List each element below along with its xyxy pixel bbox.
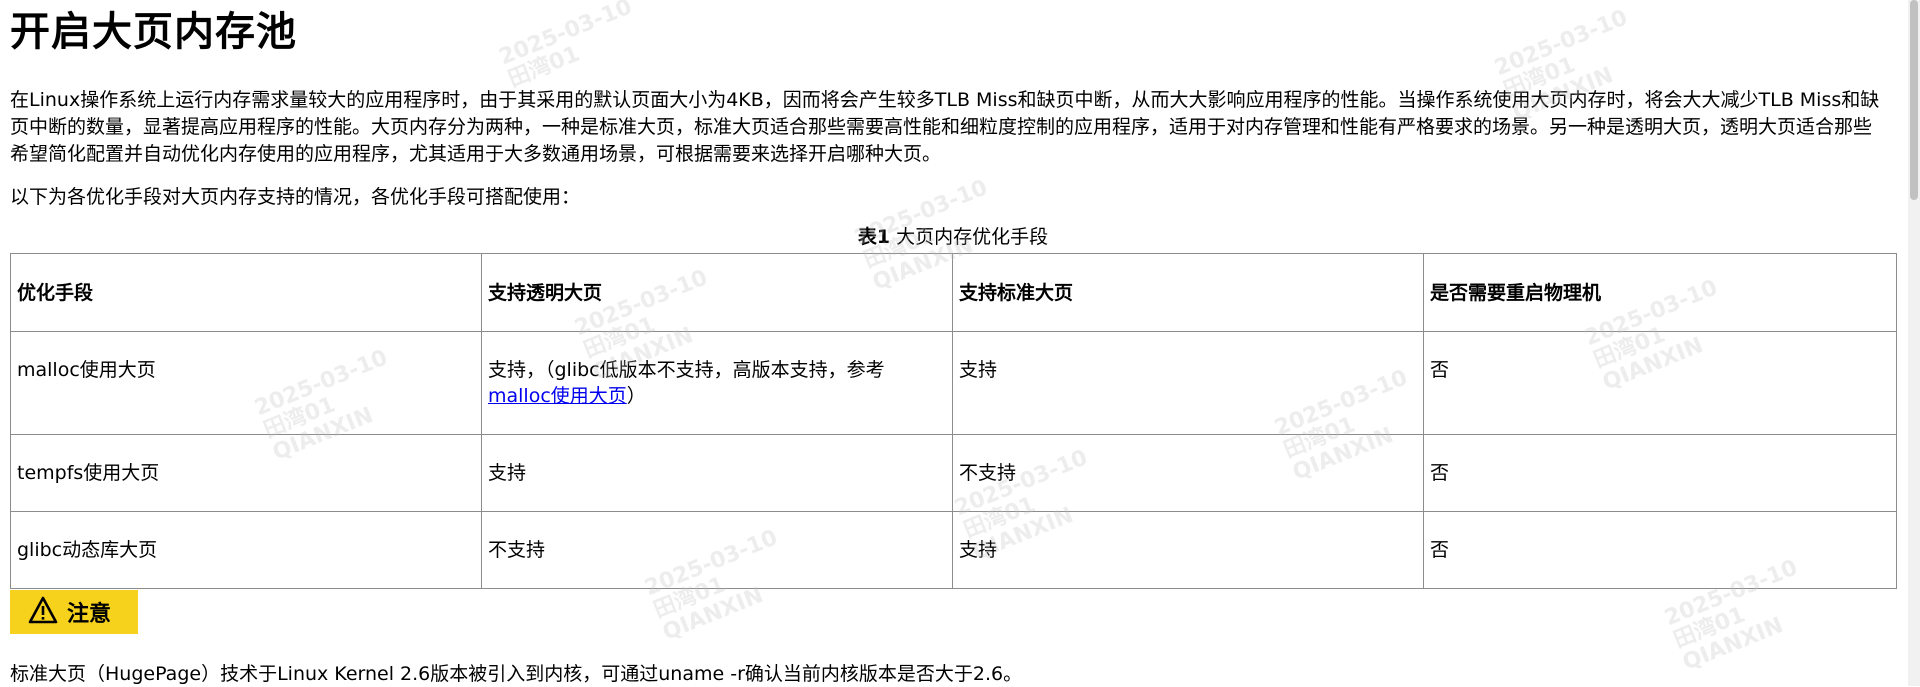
malloc-hugepage-link[interactable]: malloc使用大页	[488, 385, 627, 407]
cell-thp: 不支持	[481, 511, 953, 589]
cell-method: tempfs使用大页	[10, 434, 482, 512]
page-title: 开启大页内存池	[10, 9, 297, 55]
note-text: 标准大页（HugePage）技术于Linux Kernel 2.6版本被引入到内…	[10, 663, 1023, 685]
table-caption-text: 大页内存优化手段	[890, 226, 1049, 248]
cell-standard: 不支持	[952, 434, 1424, 512]
cell-reboot: 否	[1423, 434, 1897, 512]
document-page: 开启大页内存池 在Linux操作系统上运行内存需求量较大的应用程序时，由于其采用…	[10, 0, 1897, 634]
cell-thp-suffix: ）	[626, 385, 646, 407]
table-caption-label: 表1	[857, 226, 891, 248]
table-caption: 表1 大页内存优化手段	[10, 224, 1896, 250]
table-row: tempfs使用大页 支持 不支持 否	[10, 434, 1897, 512]
scrollbar-thumb[interactable]	[1910, 0, 1918, 200]
header-reboot: 是否需要重启物理机	[1423, 253, 1897, 332]
lead-paragraph: 以下为各优化手段对大页内存支持的情况，各优化手段可搭配使用：	[10, 186, 581, 208]
cell-method: malloc使用大页	[10, 331, 482, 435]
cell-standard: 支持	[952, 331, 1424, 435]
notice-banner: 注意	[10, 590, 138, 634]
cell-thp-text: 支持，（glibc低版本不支持，高版本支持，参考	[488, 359, 885, 381]
cell-reboot: 否	[1423, 511, 1897, 589]
cell-standard: 支持	[952, 511, 1424, 589]
header-thp: 支持透明大页	[481, 253, 953, 332]
cell-method: glibc动态库大页	[10, 511, 482, 589]
table-header-row: 优化手段 支持透明大页 支持标准大页 是否需要重启物理机	[10, 253, 1897, 332]
notice-label: 注意	[67, 602, 112, 627]
warning-icon	[28, 596, 58, 628]
header-method: 优化手段	[10, 253, 482, 332]
cell-thp: 支持	[481, 434, 953, 512]
table-row: malloc使用大页 支持，（glibc低版本不支持，高版本支持，参考 mallo…	[10, 331, 1897, 435]
cell-thp: 支持，（glibc低版本不支持，高版本支持，参考 malloc使用大页）	[481, 331, 953, 435]
vertical-scrollbar[interactable]	[1908, 0, 1920, 686]
header-standard: 支持标准大页	[952, 253, 1424, 332]
table-row: glibc动态库大页 不支持 支持 否	[10, 511, 1897, 589]
cell-reboot: 否	[1423, 331, 1897, 435]
intro-paragraph: 在Linux操作系统上运行内存需求量较大的应用程序时，由于其采用的默认页面大小为…	[10, 89, 1880, 165]
hugepage-optimization-table: 优化手段 支持透明大页 支持标准大页 是否需要重启物理机 malloc使用大页 …	[10, 253, 1897, 589]
